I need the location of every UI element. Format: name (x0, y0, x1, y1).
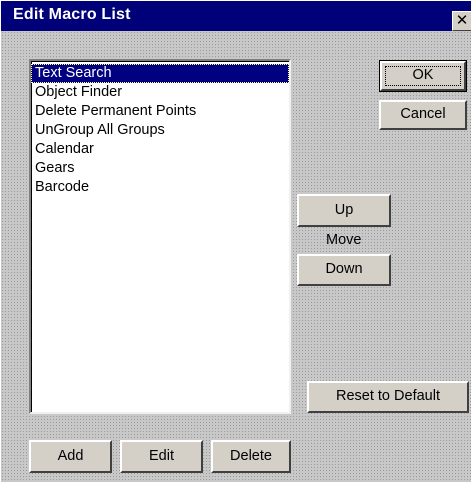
list-item[interactable]: UnGroup All Groups (31, 121, 289, 140)
list-item[interactable]: Text Search (31, 64, 289, 83)
macro-listbox[interactable]: Text Search Object Finder Delete Permane… (29, 59, 291, 414)
ok-button[interactable]: OK (379, 60, 467, 92)
focus-rect (385, 66, 461, 86)
move-label: Move (326, 232, 362, 248)
list-item[interactable]: Calendar (31, 140, 289, 159)
edit-macro-list-dialog: Edit Macro List ✕ Text Search Object Fin… (0, 0, 471, 482)
list-item[interactable]: Delete Permanent Points (31, 102, 289, 121)
move-up-button[interactable]: Up (297, 194, 391, 227)
list-item[interactable]: Barcode (31, 178, 289, 197)
reset-to-default-button[interactable]: Reset to Default (307, 381, 469, 413)
dialog-title: Edit Macro List (13, 6, 131, 23)
close-icon: ✕ (455, 12, 469, 29)
add-button-label: Add (57, 448, 84, 464)
cancel-button-label: Cancel (400, 106, 446, 122)
up-button-label: Up (334, 202, 354, 218)
delete-button-label: Delete (230, 448, 272, 464)
down-button-label: Down (325, 261, 363, 277)
list-item[interactable]: Gears (31, 159, 289, 178)
close-button[interactable]: ✕ (452, 11, 471, 31)
list-item[interactable]: Object Finder (31, 83, 289, 102)
edit-button-label: Edit (149, 448, 174, 464)
edit-button[interactable]: Edit (120, 440, 203, 473)
reset-button-label: Reset to Default (336, 388, 440, 404)
delete-button[interactable]: Delete (211, 440, 291, 473)
move-down-button[interactable]: Down (297, 254, 391, 286)
add-button[interactable]: Add (29, 440, 112, 473)
title-bar: Edit Macro List ✕ (1, 1, 471, 31)
cancel-button[interactable]: Cancel (379, 100, 467, 130)
